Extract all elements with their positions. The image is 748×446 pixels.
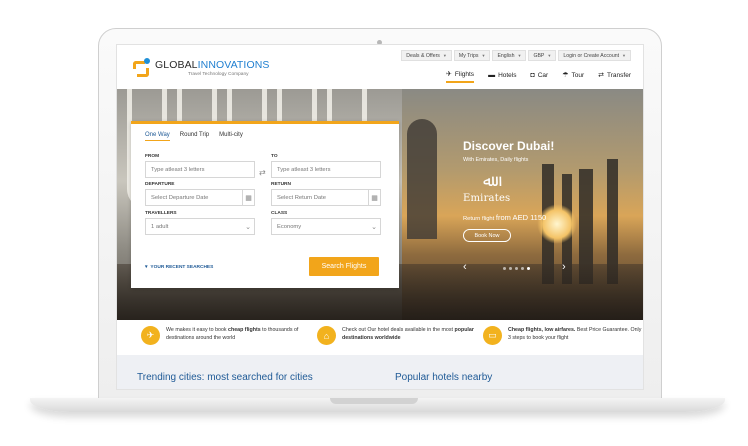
- airline-logo-word: Emirates: [463, 193, 511, 204]
- brand-logo[interactable]: GLOBALINNOVATIONS Travel Technology Comp…: [133, 58, 270, 80]
- sun: [537, 204, 577, 244]
- login-dropdown[interactable]: Login or Create Account ▼: [558, 50, 631, 61]
- promo-title: Discover Dubai!: [463, 139, 555, 153]
- ticket-icon: ▭: [483, 326, 502, 345]
- trending-cities-heading: Trending cities: most searched for citie…: [137, 372, 313, 383]
- plane-icon: ✈: [141, 326, 160, 345]
- utility-bar: Deals & Offers ▼ My Trips ▼ English ▼ GBP ▼ …: [401, 50, 631, 61]
- nav-hotels[interactable]: ▬ Hotels: [488, 70, 516, 83]
- promo-banner: Discover Dubai! With Emirates, Daily fli…: [463, 139, 623, 242]
- dome-silhouette: [407, 119, 437, 239]
- car-icon: ◘: [530, 71, 535, 79]
- calendar-icon[interactable]: ▦: [368, 190, 380, 205]
- chevron-down-icon: ▼: [517, 53, 522, 58]
- logo-mark-icon: [133, 58, 151, 80]
- currency-dropdown[interactable]: GBP ▼: [528, 50, 557, 61]
- carousel-dot[interactable]: [521, 267, 524, 270]
- travellers-label: TRAVELLERS: [145, 211, 177, 216]
- nav-flights[interactable]: ✈ Flights: [446, 70, 475, 83]
- tab-round-trip[interactable]: Round Trip: [180, 132, 209, 141]
- chevron-down-icon: ▼: [622, 53, 626, 58]
- lower-section: Trending cities: most searched for citie…: [117, 355, 643, 389]
- feature-hotel-deals: ⌂ Check out Our hotel deals available in…: [317, 326, 477, 345]
- return-label: RETURN: [271, 182, 291, 187]
- laptop-screen: GLOBALINNOVATIONS Travel Technology Comp…: [116, 44, 644, 390]
- carousel-dot[interactable]: [503, 267, 506, 270]
- swap-icon[interactable]: ⇄: [259, 168, 266, 177]
- book-now-button[interactable]: Book Now: [463, 229, 511, 242]
- brand-tagline: Travel Technology Company: [188, 72, 249, 77]
- chevron-down-icon: ▼: [547, 53, 552, 58]
- language-dropdown[interactable]: English ▼: [492, 50, 527, 61]
- search-flights-button[interactable]: Search Flights: [309, 257, 379, 276]
- from-input[interactable]: Type atleast 3 letters: [145, 161, 255, 178]
- hero-banner: One Way Round Trip Multi-city FROM Type …: [117, 89, 643, 320]
- feature-cheap-flights: ✈ We makes it easy to book cheap flights…: [141, 326, 301, 345]
- tag-icon: ⌂: [317, 326, 336, 345]
- calendar-icon[interactable]: ▦: [242, 190, 254, 205]
- laptop-notch: [330, 398, 418, 404]
- nav-transfer[interactable]: ⇄ Transfer: [598, 70, 631, 83]
- umbrella-icon: ☂: [562, 72, 569, 79]
- chevron-down-icon: ⌄: [371, 223, 377, 231]
- main-nav: ✈ Flights ▬ Hotels ◘ Car ☂ Tour ⇄ Transfer: [446, 70, 631, 83]
- departure-label: DEPARTURE: [145, 182, 175, 187]
- brand-name: GLOBALINNOVATIONS: [155, 59, 270, 71]
- carousel-dot-active[interactable]: [527, 267, 530, 270]
- carousel-next-icon[interactable]: ›: [562, 261, 566, 273]
- chevron-down-icon: ▼: [481, 53, 486, 58]
- from-label: FROM: [145, 154, 160, 159]
- recent-searches-toggle[interactable]: ▾ YOUR RECENT SEARCHES: [145, 265, 213, 270]
- chevron-down-icon: ⌄: [245, 223, 251, 231]
- promo-fare: Return flight from AED 1150: [463, 213, 547, 222]
- travellers-select[interactable]: 1 adult ⌄: [145, 218, 255, 235]
- class-label: CLASS: [271, 211, 288, 216]
- transfer-icon: ⇄: [598, 72, 605, 79]
- trip-type-tabs: One Way Round Trip Multi-city: [145, 132, 243, 141]
- caret-down-icon: ▾: [145, 265, 148, 270]
- class-select[interactable]: Economy ⌄: [271, 218, 381, 235]
- nav-car[interactable]: ◘ Car: [531, 70, 549, 83]
- flight-search-panel: One Way Round Trip Multi-city FROM Type …: [131, 121, 399, 288]
- plane-icon: ✈: [446, 71, 452, 78]
- bed-icon: ▬: [488, 71, 496, 79]
- deals-offers-dropdown[interactable]: Deals & Offers ▼: [401, 50, 452, 61]
- promo-subtitle: With Emirates, Daily flights: [463, 157, 529, 163]
- carousel-dots: [503, 267, 530, 270]
- carousel-dot[interactable]: [509, 267, 512, 270]
- tab-multi-city[interactable]: Multi-city: [219, 132, 243, 141]
- my-trips-dropdown[interactable]: My Trips ▼: [453, 50, 491, 61]
- departure-date-input[interactable]: Select Departure Date ▦: [145, 189, 255, 206]
- carousel-dot[interactable]: [515, 267, 518, 270]
- return-date-input[interactable]: Select Return Date ▦: [271, 189, 381, 206]
- to-label: TO: [271, 154, 278, 159]
- feature-price-guarantee: ▭ Cheap flights, low airfares. Best Pric…: [483, 326, 643, 345]
- emirates-logo-icon: ﷲ: [483, 171, 493, 190]
- popular-hotels-heading: Popular hotels nearby: [395, 372, 493, 383]
- tab-one-way[interactable]: One Way: [145, 132, 170, 141]
- carousel-prev-icon[interactable]: ‹: [463, 261, 467, 273]
- chevron-down-icon: ▼: [442, 53, 447, 58]
- to-input[interactable]: Type atleast 3 letters: [271, 161, 381, 178]
- nav-tour[interactable]: ☂ Tour: [562, 70, 584, 83]
- features-strip: ✈ We makes it easy to book cheap flights…: [117, 320, 643, 355]
